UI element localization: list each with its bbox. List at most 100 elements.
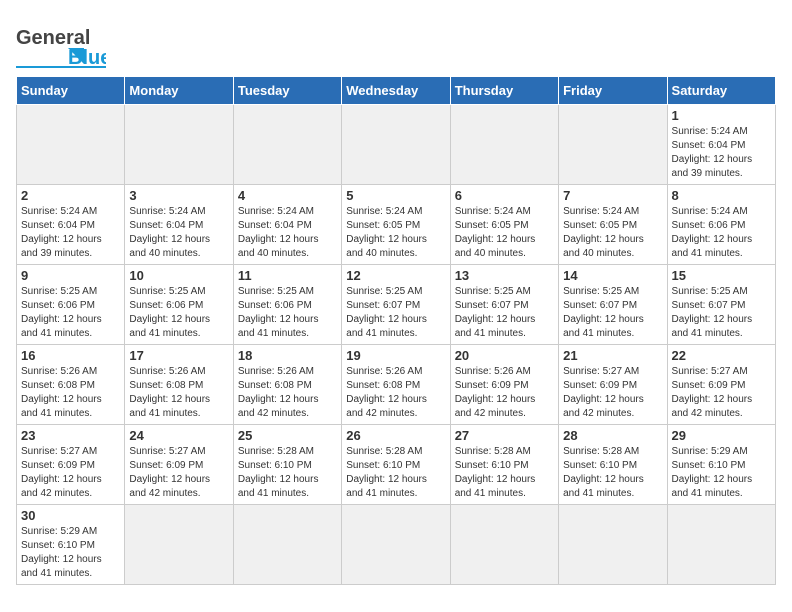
calendar-cell: 29 Sunrise: 5:29 AM Sunset: 6:10 PM Dayli… (667, 425, 775, 505)
day-number: 4 (238, 188, 337, 203)
day-number: 16 (21, 348, 120, 363)
day-number: 21 (563, 348, 662, 363)
calendar-cell: 18 Sunrise: 5:26 AM Sunset: 6:08 PM Dayli… (233, 345, 341, 425)
calendar-header-row: SundayMondayTuesdayWednesdayThursdayFrid… (17, 77, 776, 105)
calendar-cell (450, 105, 558, 185)
calendar-cell: 10 Sunrise: 5:25 AM Sunset: 6:06 PM Dayli… (125, 265, 233, 345)
day-number: 10 (129, 268, 228, 283)
day-number: 23 (21, 428, 120, 443)
calendar-week-row: 23 Sunrise: 5:27 AM Sunset: 6:09 PM Dayli… (17, 425, 776, 505)
day-info: Sunrise: 5:24 AM Sunset: 6:06 PM Dayligh… (672, 205, 771, 261)
day-number: 22 (672, 348, 771, 363)
calendar-week-row: 9 Sunrise: 5:25 AM Sunset: 6:06 PM Daylig… (17, 265, 776, 345)
day-number: 24 (129, 428, 228, 443)
day-number: 25 (238, 428, 337, 443)
day-info: Sunrise: 5:24 AM Sunset: 6:04 PM Dayligh… (21, 205, 120, 261)
day-number: 30 (21, 508, 120, 523)
day-number: 6 (455, 188, 554, 203)
day-number: 2 (21, 188, 120, 203)
calendar-cell: 30 Sunrise: 5:29 AM Sunset: 6:10 PM Dayli… (17, 505, 125, 585)
calendar-cell: 23 Sunrise: 5:27 AM Sunset: 6:09 PM Dayli… (17, 425, 125, 505)
day-number: 20 (455, 348, 554, 363)
calendar-header-sunday: Sunday (17, 77, 125, 105)
day-info: Sunrise: 5:25 AM Sunset: 6:07 PM Dayligh… (563, 285, 662, 341)
day-number: 8 (672, 188, 771, 203)
day-info: Sunrise: 5:25 AM Sunset: 6:06 PM Dayligh… (129, 285, 228, 341)
calendar-cell (450, 505, 558, 585)
calendar-cell (125, 505, 233, 585)
day-number: 28 (563, 428, 662, 443)
calendar-header-wednesday: Wednesday (342, 77, 450, 105)
calendar-cell: 7 Sunrise: 5:24 AM Sunset: 6:05 PM Daylig… (559, 185, 667, 265)
day-number: 26 (346, 428, 445, 443)
calendar-week-row: 1 Sunrise: 5:24 AM Sunset: 6:04 PM Daylig… (17, 105, 776, 185)
calendar-cell: 22 Sunrise: 5:27 AM Sunset: 6:09 PM Dayli… (667, 345, 775, 425)
day-info: Sunrise: 5:25 AM Sunset: 6:07 PM Dayligh… (455, 285, 554, 341)
calendar-cell (125, 105, 233, 185)
calendar-cell: 20 Sunrise: 5:26 AM Sunset: 6:09 PM Dayli… (450, 345, 558, 425)
day-info: Sunrise: 5:28 AM Sunset: 6:10 PM Dayligh… (455, 445, 554, 501)
day-info: Sunrise: 5:24 AM Sunset: 6:04 PM Dayligh… (672, 125, 771, 181)
calendar-header-tuesday: Tuesday (233, 77, 341, 105)
day-number: 9 (21, 268, 120, 283)
calendar-cell: 19 Sunrise: 5:26 AM Sunset: 6:08 PM Dayli… (342, 345, 450, 425)
calendar-cell: 21 Sunrise: 5:27 AM Sunset: 6:09 PM Dayli… (559, 345, 667, 425)
generalblue-logo: General Blue (16, 16, 106, 68)
calendar-header-monday: Monday (125, 77, 233, 105)
calendar-cell (559, 505, 667, 585)
day-info: Sunrise: 5:27 AM Sunset: 6:09 PM Dayligh… (563, 365, 662, 421)
day-info: Sunrise: 5:27 AM Sunset: 6:09 PM Dayligh… (21, 445, 120, 501)
calendar-cell: 27Sunrise: 5:28 AM Sunset: 6:10 PM Dayli… (450, 425, 558, 505)
calendar-cell (233, 105, 341, 185)
day-number: 19 (346, 348, 445, 363)
day-number: 29 (672, 428, 771, 443)
calendar-header-saturday: Saturday (667, 77, 775, 105)
calendar-header-thursday: Thursday (450, 77, 558, 105)
day-info: Sunrise: 5:26 AM Sunset: 6:08 PM Dayligh… (238, 365, 337, 421)
day-info: Sunrise: 5:26 AM Sunset: 6:08 PM Dayligh… (21, 365, 120, 421)
calendar-header-friday: Friday (559, 77, 667, 105)
calendar-cell (342, 105, 450, 185)
day-info: Sunrise: 5:26 AM Sunset: 6:08 PM Dayligh… (346, 365, 445, 421)
calendar-cell: 9Sunrise: 5:25 AM Sunset: 6:06 PM Daylig… (17, 265, 125, 345)
calendar-cell: 1 Sunrise: 5:24 AM Sunset: 6:04 PM Daylig… (667, 105, 775, 185)
calendar-cell: 15Sunrise: 5:25 AM Sunset: 6:07 PM Dayli… (667, 265, 775, 345)
calendar-cell (342, 505, 450, 585)
calendar-cell: 13 Sunrise: 5:25 AM Sunset: 6:07 PM Dayli… (450, 265, 558, 345)
calendar-cell: 17Sunrise: 5:26 AM Sunset: 6:08 PM Dayli… (125, 345, 233, 425)
day-info: Sunrise: 5:27 AM Sunset: 6:09 PM Dayligh… (672, 365, 771, 421)
calendar-cell: 14 Sunrise: 5:25 AM Sunset: 6:07 PM Dayli… (559, 265, 667, 345)
calendar-cell: 24 Sunrise: 5:27 AM Sunset: 6:09 PM Dayli… (125, 425, 233, 505)
day-info: Sunrise: 5:25 AM Sunset: 6:07 PM Dayligh… (346, 285, 445, 341)
day-number: 7 (563, 188, 662, 203)
day-number: 13 (455, 268, 554, 283)
calendar-cell (667, 505, 775, 585)
calendar-table: SundayMondayTuesdayWednesdayThursdayFrid… (16, 76, 776, 585)
calendar-week-row: 16 Sunrise: 5:26 AM Sunset: 6:08 PM Dayli… (17, 345, 776, 425)
calendar-cell: 4Sunrise: 5:24 AM Sunset: 6:04 PM Daylig… (233, 185, 341, 265)
day-info: Sunrise: 5:24 AM Sunset: 6:05 PM Dayligh… (563, 205, 662, 261)
day-number: 17 (129, 348, 228, 363)
day-info: Sunrise: 5:29 AM Sunset: 6:10 PM Dayligh… (672, 445, 771, 501)
day-number: 12 (346, 268, 445, 283)
day-info: Sunrise: 5:28 AM Sunset: 6:10 PM Dayligh… (563, 445, 662, 501)
day-info: Sunrise: 5:26 AM Sunset: 6:09 PM Dayligh… (455, 365, 554, 421)
calendar-cell: 2 Sunrise: 5:24 AM Sunset: 6:04 PM Daylig… (17, 185, 125, 265)
day-number: 3 (129, 188, 228, 203)
calendar-cell: 3 Sunrise: 5:24 AM Sunset: 6:04 PM Daylig… (125, 185, 233, 265)
calendar-cell: 5Sunrise: 5:24 AM Sunset: 6:05 PM Daylig… (342, 185, 450, 265)
day-info: Sunrise: 5:27 AM Sunset: 6:09 PM Dayligh… (129, 445, 228, 501)
day-info: Sunrise: 5:29 AM Sunset: 6:10 PM Dayligh… (21, 525, 120, 581)
day-number: 18 (238, 348, 337, 363)
day-number: 5 (346, 188, 445, 203)
day-info: Sunrise: 5:24 AM Sunset: 6:04 PM Dayligh… (129, 205, 228, 261)
day-number: 1 (672, 108, 771, 123)
logo-area: General Blue (16, 16, 106, 68)
calendar-cell: 25Sunrise: 5:28 AM Sunset: 6:10 PM Dayli… (233, 425, 341, 505)
calendar-body: 1 Sunrise: 5:24 AM Sunset: 6:04 PM Daylig… (17, 105, 776, 585)
day-number: 14 (563, 268, 662, 283)
svg-text:Blue: Blue (68, 47, 106, 68)
calendar-cell: 11Sunrise: 5:25 AM Sunset: 6:06 PM Dayli… (233, 265, 341, 345)
svg-text:General: General (16, 27, 90, 49)
day-number: 11 (238, 268, 337, 283)
